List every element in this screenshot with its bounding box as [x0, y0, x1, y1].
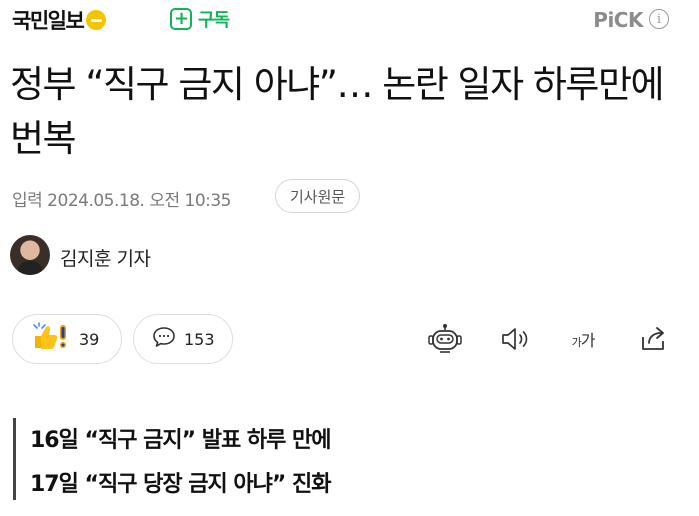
subscribe-button[interactable]: + 구독 [170, 6, 230, 32]
summary-quote-bar [13, 418, 16, 500]
summary-line-2: 17일 “직구 당장 금지 아냐” 진화 [30, 472, 331, 497]
press-logo[interactable]: 국민일보 [12, 5, 107, 35]
original-article-button[interactable]: 기사원문 [275, 179, 361, 213]
bot-summary-icon[interactable] [425, 323, 465, 355]
share-icon[interactable] [634, 323, 674, 355]
info-icon[interactable]: i [649, 9, 669, 29]
plus-icon: + [170, 8, 192, 30]
reaction-emoji-icon [31, 322, 71, 356]
comment-icon [152, 326, 176, 352]
speaker-icon[interactable] [495, 323, 535, 355]
author-avatar[interactable] [10, 235, 50, 275]
subscribe-label: 구독 [198, 10, 230, 31]
press-badge-icon [86, 10, 107, 30]
press-name: 국민일보 [12, 9, 85, 33]
font-size-button[interactable]: 가가 [563, 323, 603, 355]
comment-count: 153 [184, 329, 215, 349]
pick-label: PiCK [593, 8, 643, 32]
article-title: 정부 “직구 금지 아냐”… 논란 일자 하루만에 번복 [10, 63, 665, 160]
author-name[interactable]: 김지훈 기자 [60, 244, 151, 271]
summary-line-1: 16일 “직구 금지” 발표 하루 만에 [30, 428, 331, 453]
font-size-icon: 가가 [571, 331, 596, 350]
reaction-button[interactable]: 39 [12, 314, 122, 364]
published-date: 입력 2024.05.18. 오전 10:35 [12, 191, 232, 211]
reaction-count: 39 [79, 329, 100, 349]
comment-button[interactable]: 153 [133, 314, 233, 364]
